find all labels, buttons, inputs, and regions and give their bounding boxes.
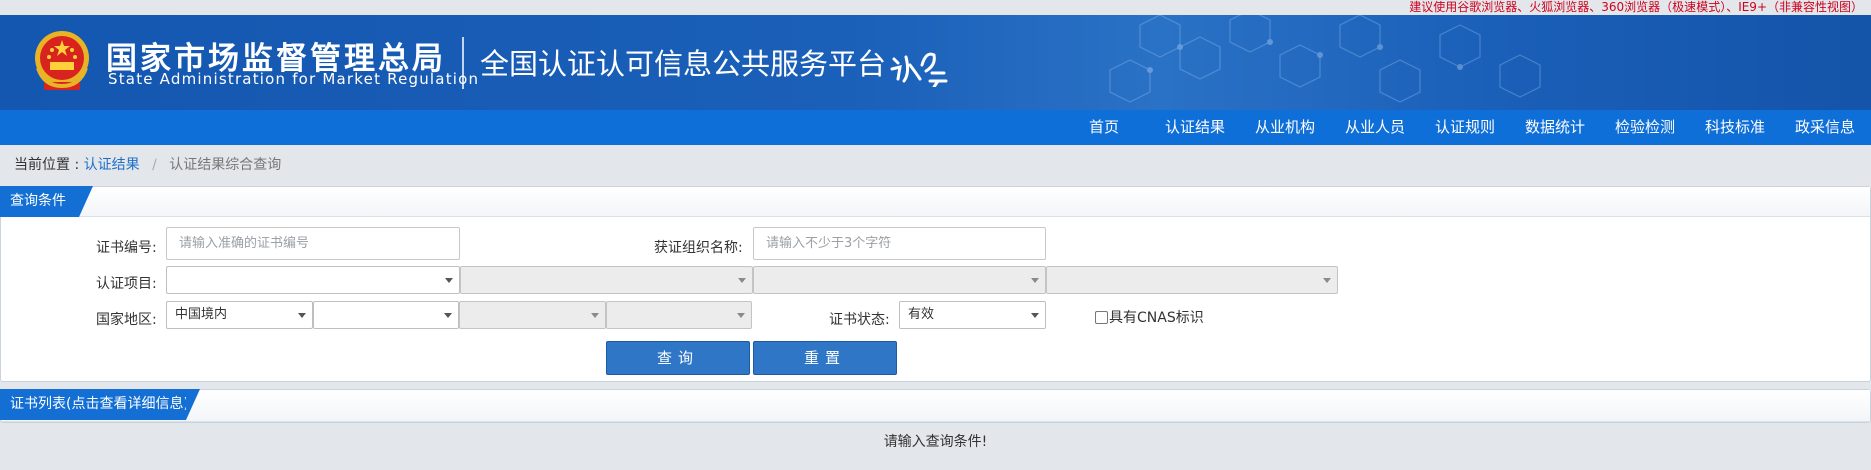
project-label: 认证项目: [96,276,157,292]
reset-button[interactable]: 重置 [753,341,897,375]
result-panel-header: 证书列表(点击查看详细信息) [0,389,1870,422]
region-select-2[interactable] [313,301,459,329]
nav-statistics[interactable]: 数据统计 [1525,110,1585,145]
nav-procurement[interactable]: 政采信息 [1795,110,1855,145]
browser-recommendation: 建议使用谷歌浏览器、火狐浏览器、360浏览器（极速模式）、IE9+（非兼容性视图… [1409,0,1863,14]
query-panel-header: 查询条件 [0,186,1870,217]
chevron-down-icon [445,278,453,283]
breadcrumb-current: 认证结果综合查询 [169,157,282,173]
chevron-down-icon [298,313,306,318]
renyun-logo-icon [890,52,948,87]
chevron-down-icon [1323,278,1331,283]
chevron-down-icon [1031,313,1039,318]
breadcrumb-label: 当前位置 : [14,157,80,173]
chevron-down-icon [444,313,452,318]
status-label: 证书状态: [829,312,890,328]
empty-result-message: 请输入查询条件! [883,434,988,450]
breadcrumb-link-cert-results[interactable]: 认证结果 [84,157,140,173]
result-panel-title: 证书列表(点击查看详细信息) [0,389,200,420]
project-select-3 [753,266,1046,294]
nav-home[interactable]: 首页 [1089,110,1119,145]
nav-practitioners[interactable]: 从业人员 [1345,110,1405,145]
org-name-en: State Administration for Market Regulati… [108,70,480,88]
query-panel: 查询条件 证书编号: 获证组织名称: 认证项目: 国家地区: 中国境内 证书状态… [0,186,1871,382]
region-select-1[interactable]: 中国境内 [166,301,313,329]
query-panel-title: 查询条件 [0,186,93,217]
nav-inspection[interactable]: 检验检测 [1615,110,1675,145]
header-divider [462,37,464,89]
result-panel: 证书列表(点击查看详细信息) [0,389,1871,423]
chevron-down-icon [591,313,599,318]
cnas-filter: 具有CNAS标识 [1095,307,1204,327]
chevron-down-icon [1031,278,1039,283]
platform-title: 全国认证认可信息公共服务平台 [480,47,887,81]
search-button[interactable]: 查询 [606,341,750,375]
region-label: 国家地区: [96,312,157,328]
org-name-input[interactable] [753,227,1046,260]
cert-no-input[interactable] [166,227,460,260]
region-select-1-value: 中国境内 [175,307,228,322]
region-select-4 [606,301,752,329]
project-select-4 [1046,266,1338,294]
site-header: 国家市场监督管理总局 State Administration for Mark… [0,15,1871,110]
cert-no-label: 证书编号: [96,240,157,256]
breadcrumb: 当前位置 : 认证结果 / 认证结果综合查询 [14,154,281,174]
nav-cert-results[interactable]: 认证结果 [1165,110,1225,145]
nav-standards[interactable]: 科技标准 [1705,110,1765,145]
chevron-down-icon [737,313,745,318]
status-select[interactable]: 有效 [899,301,1046,329]
region-select-3 [459,301,606,329]
project-select-2 [460,266,753,294]
top-notice-bar: 建议使用谷歌浏览器、火狐浏览器、360浏览器（极速模式）、IE9+（非兼容性视图… [0,0,1871,15]
main-nav: 首页 认证结果 从业机构 从业人员 认证规则 数据统计 检验检测 科技标准 政采… [0,110,1871,145]
project-select-1[interactable] [166,266,460,294]
cnas-label: 具有CNAS标识 [1109,310,1204,326]
hexagon-pattern-decoration [1109,15,1541,103]
status-select-value: 有效 [908,307,935,322]
cnas-checkbox[interactable] [1095,310,1108,324]
nav-cert-rules[interactable]: 认证规则 [1435,110,1495,145]
chevron-down-icon [738,278,746,283]
breadcrumb-separator: / [152,157,157,173]
national-emblem-icon [35,31,89,90]
nav-institutions[interactable]: 从业机构 [1255,110,1315,145]
org-name-label: 获证组织名称: [654,240,743,256]
